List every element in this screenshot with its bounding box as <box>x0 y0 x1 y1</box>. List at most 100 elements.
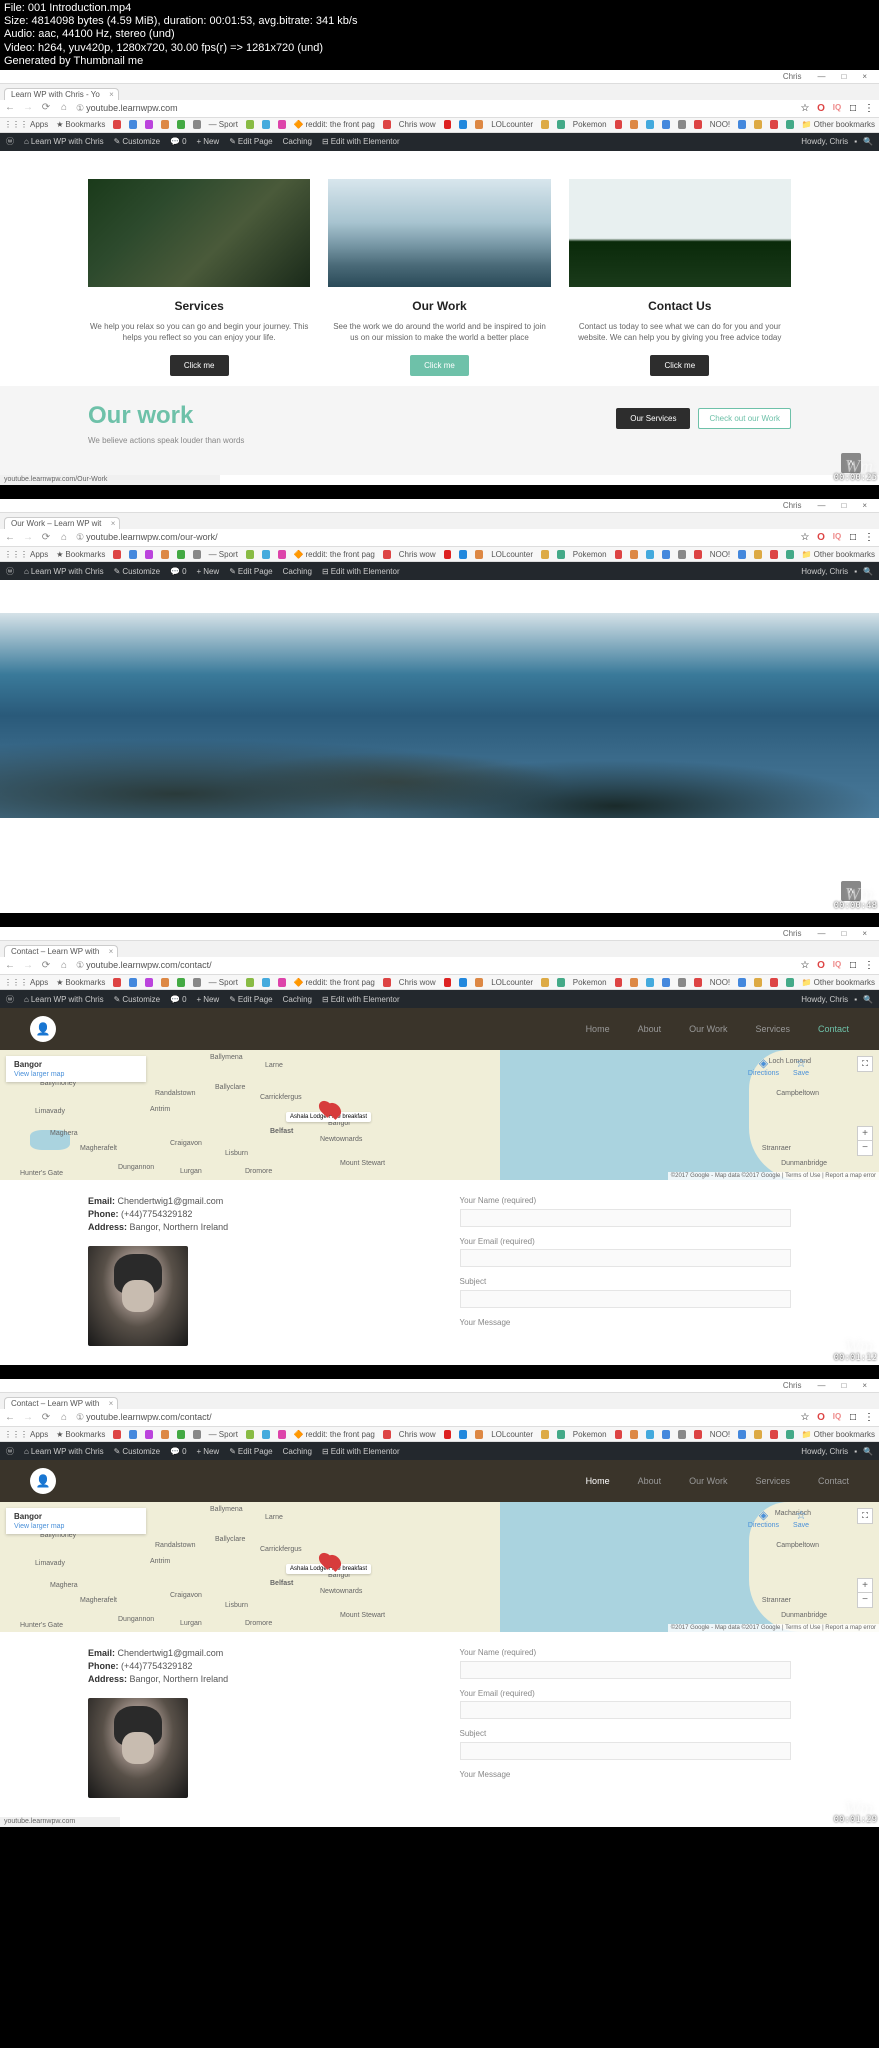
star-icon[interactable]: ☆ <box>799 103 811 114</box>
wp-howdy[interactable]: Howdy, Chris <box>801 137 848 146</box>
name-input[interactable] <box>460 1661 792 1679</box>
bookmark-icon[interactable] <box>129 120 137 129</box>
home-icon[interactable]: ⌂ <box>58 532 70 544</box>
view-larger-map-link[interactable]: View larger map <box>14 1071 138 1078</box>
fullscreen-button[interactable]: ⛶ <box>857 1508 873 1524</box>
fullscreen-button[interactable]: ⛶ <box>857 1056 873 1072</box>
zoom-out-button[interactable]: − <box>858 1141 872 1155</box>
bookmark-icon[interactable] <box>786 120 794 129</box>
view-larger-map-link[interactable]: View larger map <box>14 1523 138 1530</box>
tab-close-icon[interactable]: × <box>111 519 116 528</box>
forward-icon[interactable]: → <box>22 102 34 114</box>
nav-contact[interactable]: Contact <box>818 1024 849 1034</box>
bookmark-icon[interactable] <box>177 120 185 129</box>
nav-services[interactable]: Services <box>755 1024 790 1034</box>
forward-icon[interactable]: → <box>22 532 34 544</box>
browser-tab[interactable]: Learn WP with Chris - Yo × <box>4 88 119 100</box>
url-input[interactable]: ①youtube.learnwpw.com/contact/ <box>76 960 799 971</box>
bookmark-icon[interactable] <box>754 120 762 129</box>
directions-button[interactable]: ◈Directions <box>748 1056 779 1077</box>
nav-contact[interactable]: Contact <box>818 1476 849 1486</box>
opera-icon[interactable]: O <box>815 103 827 114</box>
bookmark-link[interactable]: Chris wow <box>399 120 436 129</box>
bookmark-icon[interactable] <box>278 120 286 129</box>
star-icon[interactable]: ☆ <box>799 532 811 543</box>
site-info-icon[interactable]: ① <box>76 103 84 113</box>
close-button[interactable]: × <box>862 501 867 510</box>
home-icon[interactable]: ⌂ <box>58 102 70 114</box>
wp-customize-link[interactable]: ✎ Customize <box>114 137 161 146</box>
minimize-button[interactable]: — <box>817 501 825 510</box>
maximize-button[interactable]: □ <box>841 501 846 510</box>
zoom-out-button[interactable]: − <box>858 1593 872 1607</box>
url-input[interactable]: ①youtube.learnwpw.com/our-work/ <box>76 532 799 543</box>
map-attribution[interactable]: ©2017 Google - Map data ©2017 Google | T… <box>668 1172 879 1180</box>
ext-icon[interactable]: □ <box>847 103 859 114</box>
bookmark-icon[interactable] <box>161 120 169 129</box>
subject-input[interactable] <box>460 1290 792 1308</box>
reload-icon[interactable]: ⟳ <box>40 102 52 114</box>
opera-icon[interactable]: O <box>815 532 827 543</box>
nav-about[interactable]: About <box>638 1476 662 1486</box>
nav-work[interactable]: Our Work <box>689 1476 727 1486</box>
bookmark-link[interactable]: LOLcounter <box>491 120 533 129</box>
menu-icon[interactable]: ⋮ <box>863 103 875 114</box>
browser-tab[interactable]: Our Work – Learn WP wit× <box>4 517 120 529</box>
bookmark-link[interactable]: Pokemon <box>573 120 607 129</box>
bookmark-icon[interactable] <box>694 120 702 129</box>
scroll-top-button[interactable]: ˄ <box>841 453 861 473</box>
back-icon[interactable]: ← <box>4 102 16 114</box>
bookmark-icon[interactable] <box>646 120 654 129</box>
apps-button[interactable]: ⋮⋮⋮ Apps <box>4 120 48 129</box>
wp-caching-link[interactable]: Caching <box>283 137 312 146</box>
browser-tab[interactable]: Contact – Learn WP with× <box>4 1397 118 1409</box>
apps-button[interactable]: ⋮⋮⋮ Apps <box>4 550 48 559</box>
reload-icon[interactable]: ⟳ <box>40 532 52 544</box>
bookmark-icon[interactable] <box>662 120 670 129</box>
bookmark-icon[interactable] <box>615 120 623 129</box>
bookmark-link[interactable]: 🔶 reddit: the front pag <box>294 120 375 129</box>
iq-icon[interactable]: IQ <box>831 532 843 543</box>
check-work-button[interactable]: Check out our Work <box>698 408 791 429</box>
email-input[interactable] <box>460 1701 792 1719</box>
bookmark-icon[interactable] <box>246 120 254 129</box>
bookmark-icon[interactable] <box>262 120 270 129</box>
scroll-top-button[interactable]: ˄ <box>841 881 861 901</box>
minimize-button[interactable]: — <box>817 72 825 81</box>
our-services-button[interactable]: Our Services <box>616 408 690 429</box>
wp-site-link[interactable]: ⌂ Learn WP with Chris <box>24 137 104 146</box>
directions-button[interactable]: ◈Directions <box>748 1508 779 1529</box>
bookmark-icon[interactable] <box>630 120 638 129</box>
nav-home[interactable]: Home <box>586 1024 610 1034</box>
close-button[interactable]: × <box>862 72 867 81</box>
click-me-button[interactable]: Click me <box>170 355 229 376</box>
email-input[interactable] <box>460 1249 792 1267</box>
bookmark-folder[interactable]: ★ Bookmarks <box>56 120 105 129</box>
wp-avatar-icon[interactable]: ▪ <box>854 137 857 146</box>
bookmark-icon[interactable] <box>383 120 391 129</box>
site-logo[interactable]: 👤 <box>30 1016 56 1042</box>
wp-elementor-link[interactable]: ⊟ Edit with Elementor <box>322 137 400 146</box>
back-icon[interactable]: ← <box>4 532 16 544</box>
bookmark-link[interactable]: — Sport <box>209 120 238 129</box>
browser-tab[interactable]: Contact – Learn WP with× <box>4 945 118 957</box>
wp-new-link[interactable]: + New <box>197 137 220 146</box>
nav-services[interactable]: Services <box>755 1476 790 1486</box>
bookmark-icon[interactable] <box>541 120 549 129</box>
bookmark-icon[interactable] <box>678 120 686 129</box>
zoom-in-button[interactable]: + <box>858 1579 872 1593</box>
url-input[interactable]: ①youtube.learnwpw.com <box>76 103 799 114</box>
bookmark-link[interactable]: NOO! <box>710 120 730 129</box>
maximize-button[interactable]: □ <box>841 72 846 81</box>
save-button[interactable]: ☆Save <box>793 1508 809 1529</box>
google-map[interactable]: Ballymena Ballymoney Limavady Maghera Ma… <box>0 1502 879 1632</box>
subject-input[interactable] <box>460 1742 792 1760</box>
bookmark-icon[interactable] <box>113 120 121 129</box>
map-attribution[interactable]: ©2017 Google - Map data ©2017 Google | T… <box>668 1624 879 1632</box>
bookmark-icon[interactable] <box>557 120 565 129</box>
google-map[interactable]: Ballymena Ballymoney Limavady Maghera Ma… <box>0 1050 879 1180</box>
bookmark-icon[interactable] <box>738 120 746 129</box>
nav-work[interactable]: Our Work <box>689 1024 727 1034</box>
zoom-in-button[interactable]: + <box>858 1127 872 1141</box>
wp-logo-icon[interactable]: ⓦ <box>6 136 14 147</box>
